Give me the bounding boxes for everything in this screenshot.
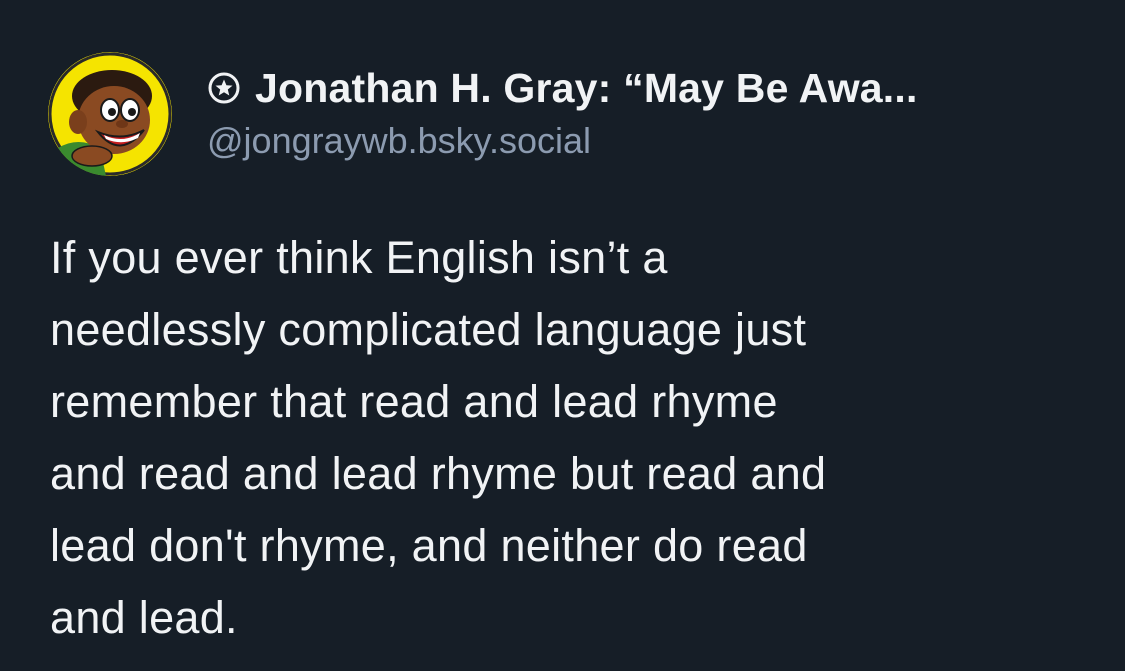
post-card: Jonathan H. Gray: “May Be Awa... @jongra… <box>0 0 1125 671</box>
cartoon-character-avatar-icon <box>48 52 172 176</box>
author-handle[interactable]: @jongraywb.bsky.social <box>207 120 1087 162</box>
post-header: Jonathan H. Gray: “May Be Awa... @jongra… <box>207 60 1087 162</box>
author-name-row[interactable]: Jonathan H. Gray: “May Be Awa... <box>207 60 1087 116</box>
star-badge-icon <box>208 72 240 104</box>
author-display-name[interactable]: Jonathan H. Gray: “May Be Awa... <box>255 65 918 112</box>
post-body-text: If you ever think English isn’t a needle… <box>50 232 827 643</box>
author-avatar[interactable] <box>48 52 172 176</box>
